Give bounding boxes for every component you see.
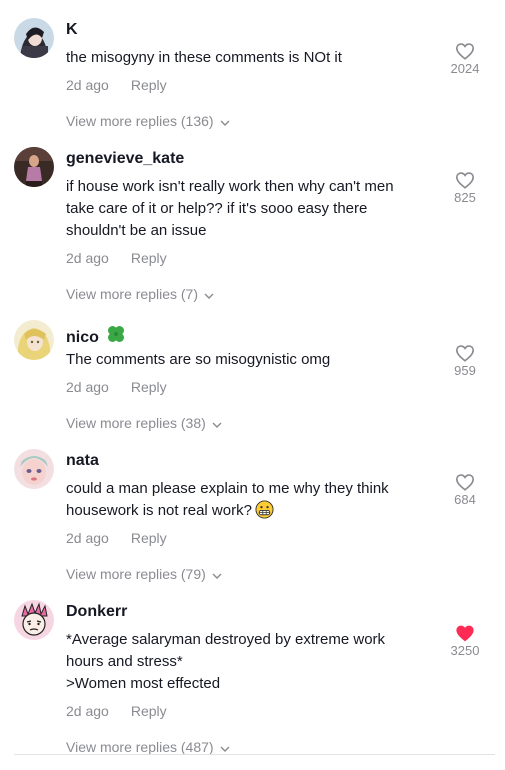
view-more-replies[interactable]: View more replies (487) xyxy=(66,739,230,755)
avatar[interactable] xyxy=(14,18,54,58)
view-more-replies[interactable]: View more replies (79) xyxy=(66,566,222,582)
comment-meta: 2d ago Reply xyxy=(66,703,167,719)
view-more-replies-label: View more replies (7) xyxy=(66,286,199,302)
reply-button[interactable]: Reply xyxy=(131,379,167,395)
comment-time: 2d ago xyxy=(66,379,109,395)
avatar[interactable] xyxy=(14,147,54,187)
chevron-down-icon xyxy=(212,422,222,428)
heart-outline-icon xyxy=(455,172,475,189)
chevron-down-icon xyxy=(220,746,230,752)
like-count: 825 xyxy=(454,190,476,205)
comment-text: The comments are so misogynistic omg xyxy=(66,351,331,368)
comment-time: 2d ago xyxy=(66,77,109,93)
chevron-down-icon xyxy=(212,573,222,579)
like-count: 3250 xyxy=(450,643,480,658)
comment-time: 2d ago xyxy=(66,530,109,546)
view-more-replies[interactable]: View more replies (136) xyxy=(66,113,230,129)
view-more-replies-label: View more replies (487) xyxy=(66,739,214,755)
comment-meta: 2d ago Reply xyxy=(66,530,167,546)
avatar[interactable] xyxy=(14,320,54,360)
reply-button[interactable]: Reply xyxy=(131,250,167,266)
reply-button[interactable]: Reply xyxy=(131,703,167,719)
chevron-down-icon xyxy=(220,120,230,126)
reply-button[interactable]: Reply xyxy=(131,77,167,93)
comment-meta: 2d ago Reply xyxy=(66,77,167,93)
like-button[interactable]: 959 xyxy=(444,344,486,378)
view-more-replies-label: View more replies (79) xyxy=(66,566,206,582)
avatar[interactable] xyxy=(14,449,54,489)
four-leaf-clover-icon xyxy=(107,326,124,342)
like-button[interactable]: 3250 xyxy=(444,624,486,658)
comment-text: *Average salaryman destroyed by extreme … xyxy=(66,631,386,692)
comment-text: could a man please explain to me why the… xyxy=(66,478,426,522)
comment-text: the misogyny in these comments is NOt it xyxy=(66,49,342,66)
reply-button[interactable]: Reply xyxy=(131,530,167,546)
divider xyxy=(14,754,495,755)
heart-outline-icon xyxy=(455,345,475,362)
like-button[interactable]: 2024 xyxy=(444,42,486,76)
comment-time: 2d ago xyxy=(66,703,109,719)
view-more-replies-label: View more replies (136) xyxy=(66,113,214,129)
heart-outline-icon xyxy=(455,43,475,60)
comment-username[interactable]: nico xyxy=(66,323,127,347)
avatar[interactable] xyxy=(14,600,54,640)
comment-time: 2d ago xyxy=(66,250,109,266)
heart-outline-icon xyxy=(455,474,475,491)
comment-username[interactable]: Donkerr xyxy=(66,603,127,621)
view-more-replies-label: View more replies (38) xyxy=(66,415,206,431)
comment-username[interactable]: K xyxy=(66,21,78,39)
like-count: 684 xyxy=(454,492,476,507)
comment-meta: 2d ago Reply xyxy=(66,250,167,266)
grimacing-face-emoji xyxy=(255,500,274,519)
comment-username-label: nico xyxy=(66,329,99,346)
like-count: 959 xyxy=(454,363,476,378)
comment-text-content: could a man please explain to me why the… xyxy=(66,480,389,519)
heart-filled-icon xyxy=(456,625,474,642)
comment-username[interactable]: nata xyxy=(66,452,99,470)
view-more-replies[interactable]: View more replies (7) xyxy=(66,286,214,302)
like-button[interactable]: 684 xyxy=(444,473,486,507)
like-count: 2024 xyxy=(450,61,480,76)
view-more-replies[interactable]: View more replies (38) xyxy=(66,415,222,431)
comment-text: if house work isn't really work then why… xyxy=(66,178,394,239)
chevron-down-icon xyxy=(204,293,214,299)
comment-username[interactable]: genevieve_kate xyxy=(66,150,184,168)
comment-meta: 2d ago Reply xyxy=(66,379,167,395)
like-button[interactable]: 825 xyxy=(444,171,486,205)
